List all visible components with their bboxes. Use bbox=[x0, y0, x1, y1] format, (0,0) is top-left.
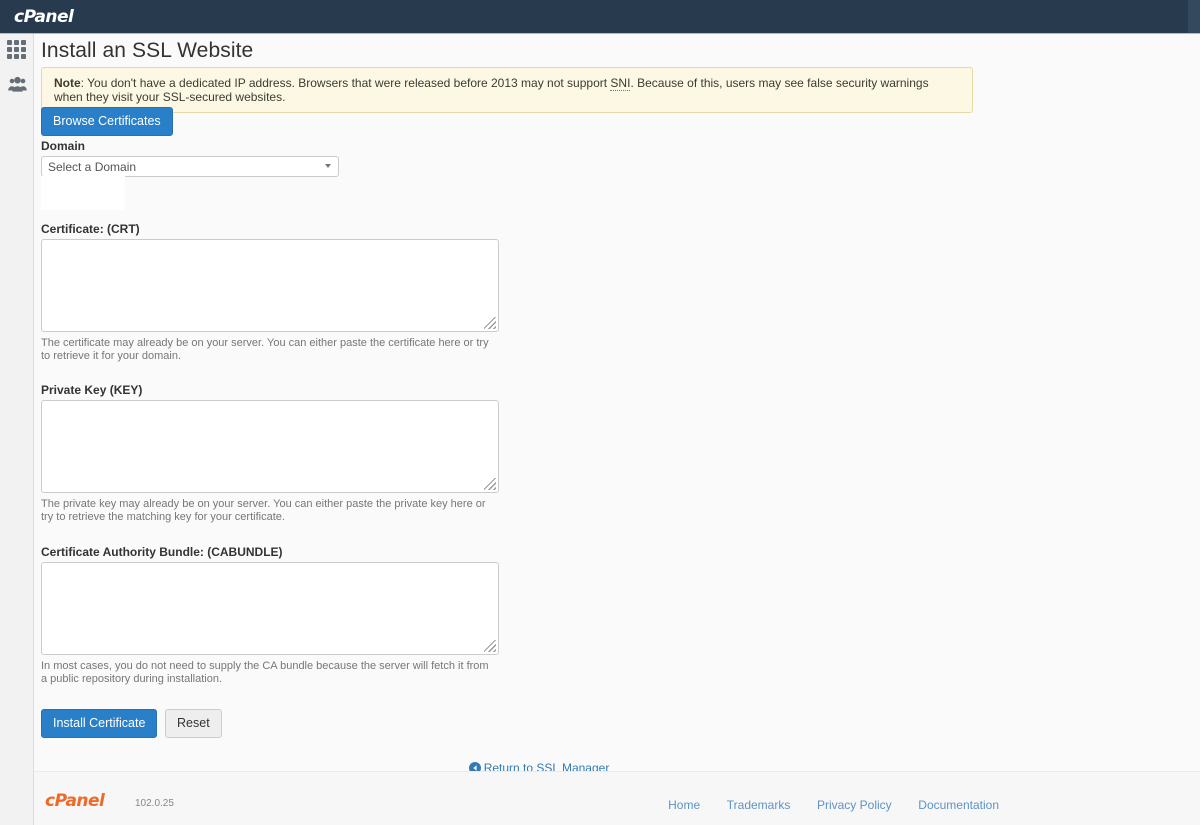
note-label: Note bbox=[54, 76, 81, 90]
domain-field-group: Domain Select a Domain bbox=[41, 139, 341, 177]
page-footer: cPanel 102.0.25 Home Trademarks Privacy … bbox=[34, 771, 1200, 825]
certificate-field-group: Certificate: (CRT) The certificate may a… bbox=[41, 222, 499, 362]
ca-bundle-textarea[interactable] bbox=[41, 562, 499, 655]
certificate-help-text: The certificate may already be on your s… bbox=[41, 337, 489, 362]
sni-note-banner: Note: You don't have a dedicated IP addr… bbox=[41, 67, 973, 113]
ca-bundle-help-text: In most cases, you do not need to supply… bbox=[41, 660, 489, 685]
private-key-textarea[interactable] bbox=[41, 400, 499, 493]
install-certificate-button[interactable]: Install Certificate bbox=[41, 709, 158, 738]
footer-version: 102.0.25 bbox=[135, 798, 174, 809]
certificate-textarea[interactable] bbox=[41, 239, 499, 332]
domain-select-value: Select a Domain bbox=[48, 160, 137, 174]
private-key-label: Private Key (KEY) bbox=[41, 383, 143, 397]
page-title: Install an SSL Website bbox=[41, 39, 254, 62]
certificate-label: Certificate: (CRT) bbox=[41, 222, 140, 236]
navbar-right-pane bbox=[1188, 0, 1200, 33]
top-navbar: cPanel bbox=[0, 0, 1200, 34]
resize-grip-icon[interactable] bbox=[484, 478, 496, 490]
footer-link-trademarks[interactable]: Trademarks bbox=[727, 798, 791, 812]
sidebar-item-apps-grid[interactable] bbox=[7, 40, 28, 61]
domain-select[interactable]: Select a Domain bbox=[41, 156, 339, 177]
domain-label: Domain bbox=[41, 139, 86, 153]
resize-grip-icon[interactable] bbox=[484, 317, 496, 329]
main-content: Install an SSL Website Note: You don't h… bbox=[34, 34, 1200, 825]
ca-bundle-field-group: Certificate Authority Bundle: (CABUNDLE)… bbox=[41, 545, 499, 685]
reset-button[interactable]: Reset bbox=[165, 709, 222, 738]
blank-placeholder-box bbox=[41, 176, 125, 210]
chevron-down-icon bbox=[325, 164, 331, 168]
private-key-field-group: Private Key (KEY) The private key may al… bbox=[41, 383, 499, 523]
grid-icon bbox=[7, 40, 26, 59]
resize-grip-icon[interactable] bbox=[484, 640, 496, 652]
users-icon bbox=[8, 76, 27, 92]
footer-link-documentation[interactable]: Documentation bbox=[918, 798, 999, 812]
left-sidebar bbox=[0, 34, 34, 825]
note-text-before: : You don't have a dedicated IP address.… bbox=[80, 76, 611, 90]
footer-links: Home Trademarks Privacy Policy Documenta… bbox=[668, 797, 999, 812]
private-key-help-text: The private key may already be on your s… bbox=[41, 498, 486, 523]
footer-link-home[interactable]: Home bbox=[668, 798, 700, 812]
sidebar-item-user-manager[interactable] bbox=[7, 74, 28, 95]
form-actions: Install Certificate Reset bbox=[41, 709, 222, 738]
sni-abbreviation: SNI bbox=[610, 76, 631, 91]
footer-link-privacy-policy[interactable]: Privacy Policy bbox=[817, 798, 892, 812]
footer-cpanel-logo: cPanel bbox=[45, 791, 105, 811]
browse-certificates-button[interactable]: Browse Certificates bbox=[41, 107, 173, 136]
ca-bundle-label: Certificate Authority Bundle: (CABUNDLE) bbox=[41, 545, 283, 559]
cpanel-logo[interactable]: cPanel bbox=[14, 7, 74, 27]
